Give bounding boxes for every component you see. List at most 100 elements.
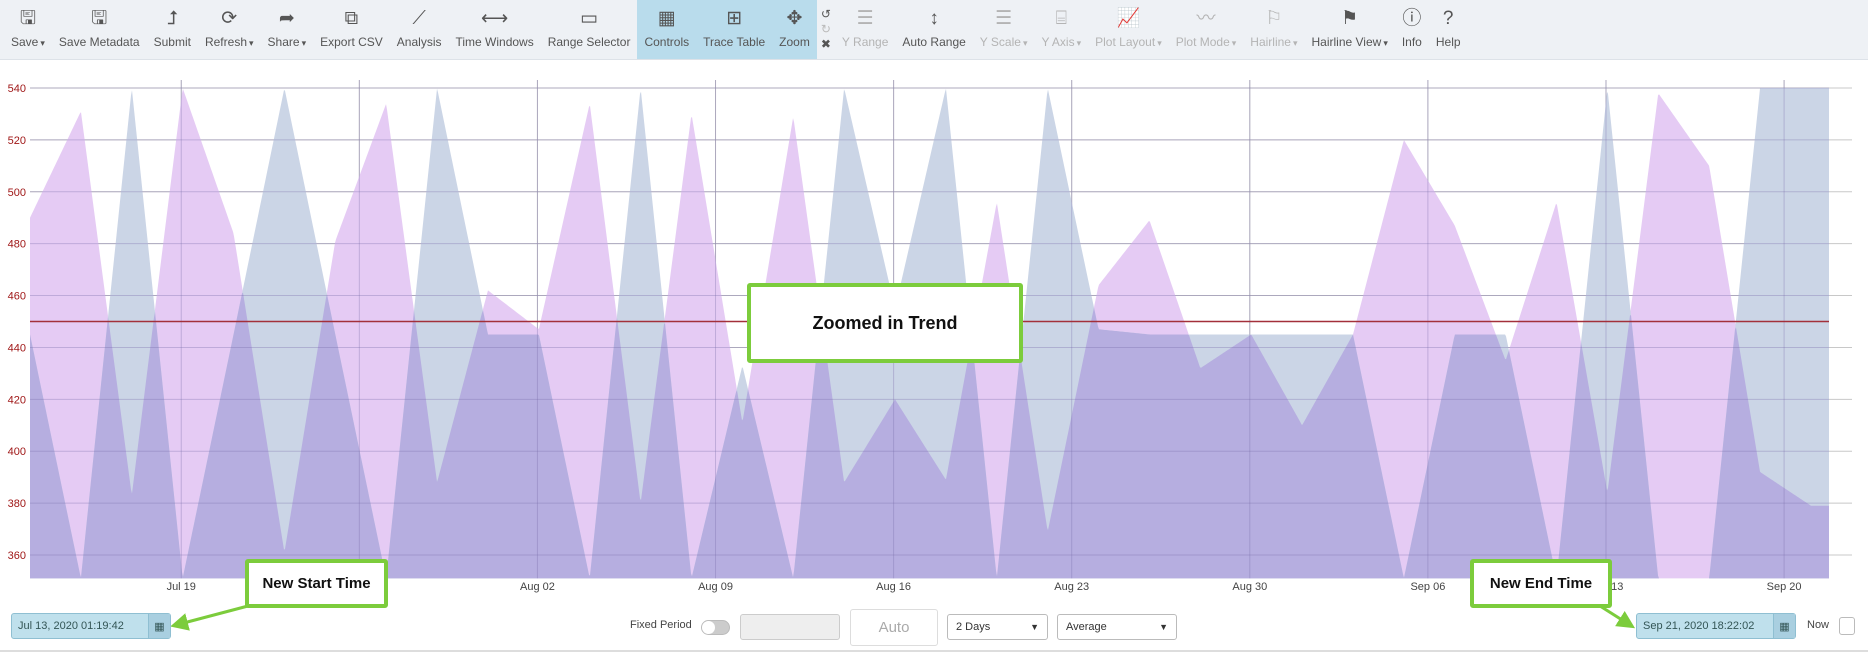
toolbar-label-text: Y Axis <box>1041 35 1075 49</box>
redo-icon[interactable]: ↻ <box>821 22 831 37</box>
toolbar-auto-range-button[interactable]: ↕ Auto Range <box>895 0 972 59</box>
toolbar-label: Y Range <box>842 35 888 49</box>
toolbar-label: Save Metadata <box>59 35 140 49</box>
toolbar-export-csv-button[interactable]: ⧉ Export CSV <box>313 0 390 59</box>
toolbar-label-text: Export CSV <box>320 35 383 49</box>
chevron-down-icon: ▾ <box>1076 38 1082 48</box>
fixed-period-toggle[interactable] <box>701 620 730 635</box>
toolbar-label: Auto Range <box>902 35 965 49</box>
callout-new-end-time: New End Time <box>1470 559 1612 608</box>
toolbar-label-text: Controls <box>644 35 690 49</box>
toolbar-label: Y Axis ▾ <box>1041 35 1081 49</box>
analysis-icon: ⟋ <box>412 8 426 29</box>
now-label: Now <box>1807 619 1830 631</box>
end-time-input[interactable]: Sep 21, 2020 18:22:02 ▦ <box>1636 613 1796 639</box>
interval-select[interactable]: 2 Days ▼ <box>947 614 1048 640</box>
toolbar-hairline-view-button[interactable]: ⚑ Hairline View ▾ <box>1305 0 1395 59</box>
toolbar-refresh-button[interactable]: ⟳ Refresh ▾ <box>198 0 261 59</box>
clear-zoom-icon[interactable]: ✖ <box>821 37 831 52</box>
toolbar-label: Refresh ▾ <box>205 35 254 49</box>
toolbar-label-text: Plot Layout <box>1095 35 1156 49</box>
auto-button[interactable]: Auto <box>850 609 938 646</box>
toolbar-label: Submit <box>154 35 191 49</box>
toolbar-range-selector-button[interactable]: ▭ Range Selector <box>541 0 638 59</box>
fixed-period-input[interactable] <box>740 614 840 640</box>
toolbar-label-text: Plot Mode <box>1175 35 1230 49</box>
table-icon: ⊞ <box>726 8 743 29</box>
interval-value: 2 Days <box>956 621 991 633</box>
end-arrow <box>1599 604 1636 629</box>
toolbar-trace-table-button[interactable]: ⊞ Trace Table <box>696 0 773 59</box>
toolbar-label: Analysis <box>397 35 442 49</box>
toolbar-label-text: Trace Table <box>703 35 766 49</box>
toolbar-plot-mode-button[interactable]: 〰 Plot Mode ▾ <box>1169 0 1244 59</box>
toolbar-label-text: Hairline View <box>1311 35 1382 49</box>
chevron-down-icon: ▾ <box>1157 38 1162 48</box>
toolbar-y-axis-button[interactable]: ⌸ Y Axis ▾ <box>1034 0 1088 59</box>
y-tick-label: 360 <box>8 550 26 562</box>
x-tick-label: Aug 09 <box>698 581 733 593</box>
chevron-down-icon: ▾ <box>249 38 254 48</box>
dropdown-arrow-icon: ▼ <box>1030 622 1039 632</box>
toolbar-label: Help <box>1436 35 1461 49</box>
toolbar-y-scale-button[interactable]: ☰ Y Scale ▾ <box>973 0 1035 59</box>
toolbar-label: Info <box>1402 35 1422 49</box>
toolbar-hairline-button[interactable]: ⚐ Hairline ▾ <box>1243 0 1304 59</box>
hairline-view-icon: ⚑ <box>1341 8 1359 29</box>
y-tick-label: 420 <box>8 394 26 406</box>
now-checkbox[interactable] <box>1839 617 1855 635</box>
toolbar-label: Y Scale ▾ <box>980 35 1028 49</box>
toolbar-help-button[interactable]: ? Help <box>1429 0 1468 59</box>
time-windows-icon: ⟷ <box>480 8 509 29</box>
toolbar-label-text: Range Selector <box>547 35 631 49</box>
floppy-tag-icon: 🖫 <box>91 8 108 29</box>
y-tick-label: 440 <box>8 342 26 354</box>
x-tick-label: Aug 02 <box>520 581 555 593</box>
toolbar-label: Export CSV <box>320 35 383 49</box>
calendar-icon[interactable]: ▦ <box>1773 614 1795 638</box>
x-tick-label: Sep 20 <box>1767 581 1802 593</box>
toolbar-save-button[interactable]: 🖫 Save ▾ <box>4 0 52 59</box>
toolbar-analysis-button[interactable]: ⟋ Analysis <box>390 0 449 59</box>
range-selector-icon: ▭ <box>580 8 599 29</box>
toolbar-y-range-button[interactable]: ☰ Y Range <box>835 0 895 59</box>
refresh-icon: ⟳ <box>221 8 238 29</box>
start-time-input[interactable]: Jul 13, 2020 01:19:42 ▦ <box>11 613 171 639</box>
toolbar-save-metadata-button[interactable]: 🖫 Save Metadata <box>52 0 147 59</box>
toolbar-label-text: Refresh <box>204 35 247 49</box>
y-tick-label: 460 <box>8 291 26 303</box>
plot-mode-icon: 〰 <box>1196 8 1216 29</box>
toolbar-info-button[interactable]: ⓘ Info <box>1395 0 1429 59</box>
toolbar-label-text: Auto Range <box>902 35 966 49</box>
toolbar-label-text: Save <box>11 35 39 49</box>
y-tick-label: 400 <box>8 446 26 458</box>
toolbar-time-windows-button[interactable]: ⟷ Time Windows <box>448 0 540 59</box>
callout-text: Zoomed in Trend <box>812 312 958 333</box>
x-tick-label: Aug 23 <box>1054 581 1089 593</box>
help-icon: ? <box>1442 8 1454 29</box>
toolbar-plot-layout-button[interactable]: 📈 Plot Layout ▾ <box>1088 0 1169 59</box>
toolbar-zoom-button[interactable]: ✥ Zoom <box>772 0 817 59</box>
calendar-icon[interactable]: ▦ <box>148 614 170 638</box>
toolbar-label-text: Y Scale <box>979 35 1021 49</box>
aggregation-value: Average <box>1066 621 1107 633</box>
y-scale-icon: ☰ <box>995 8 1013 29</box>
toolbar-label-text: Help <box>1435 35 1461 49</box>
chevron-down-icon: ▾ <box>40 38 45 48</box>
toolbar-label: Zoom <box>779 35 810 49</box>
toolbar-share-button[interactable]: ➦ Share ▾ <box>261 0 314 59</box>
toolbar-label: Hairline View ▾ <box>1312 35 1388 49</box>
toolbar-controls-button[interactable]: ▦ Controls <box>637 0 697 59</box>
callout-new-start-time: New Start Time <box>245 559 388 608</box>
start-time-value: Jul 13, 2020 01:19:42 <box>18 620 124 632</box>
toolbar-label-text: Analysis <box>396 35 442 49</box>
start-arrow <box>170 604 249 631</box>
undo-icon[interactable]: ↺ <box>821 7 831 22</box>
chevron-down-icon: ▾ <box>1383 38 1388 48</box>
calendar-icon: ▦ <box>657 8 676 29</box>
toolbar-label: Plot Layout ▾ <box>1095 35 1162 49</box>
toolbar-label-text: Time Windows <box>455 35 534 49</box>
aggregation-select[interactable]: Average ▼ <box>1057 614 1177 640</box>
hairline-flag-icon: ⚐ <box>1265 8 1283 29</box>
toolbar-submit-button[interactable]: ⮥ Submit <box>147 0 198 59</box>
